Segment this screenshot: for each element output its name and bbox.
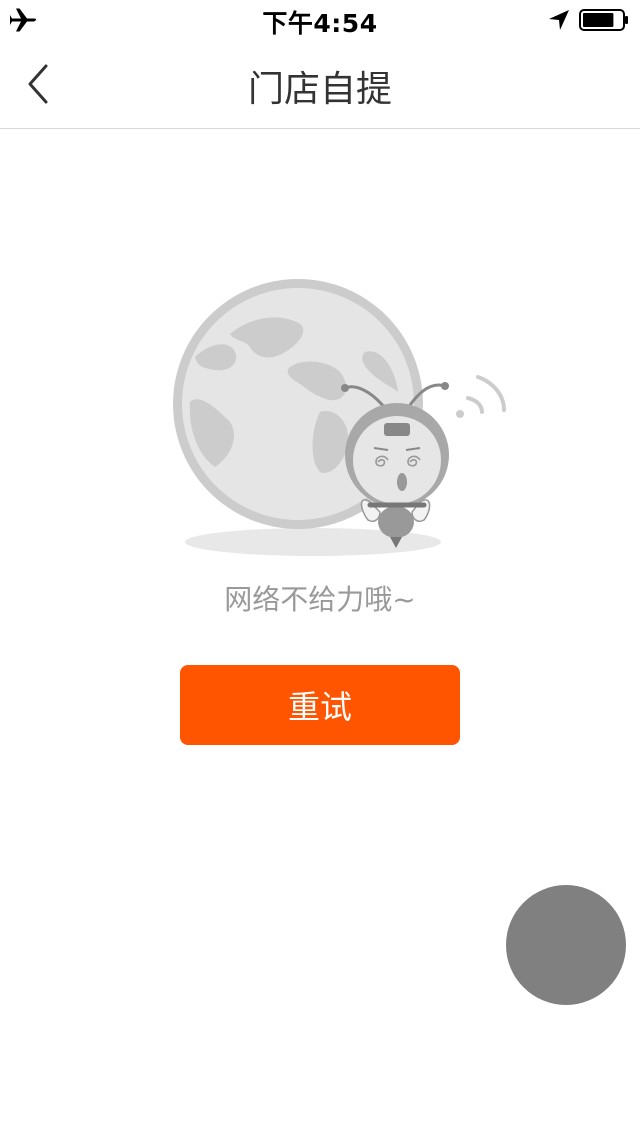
error-message: 网络不给力哦~ <box>224 583 416 616</box>
wifi-signal-icon <box>456 375 506 418</box>
status-bar: 下午4:54 <box>0 0 640 40</box>
floating-assist-button[interactable] <box>506 885 626 1005</box>
location-arrow-icon <box>549 10 569 30</box>
offline-illustration <box>173 279 506 556</box>
nav-bar: 门店自提 <box>0 40 640 129</box>
retry-button[interactable]: 重试 <box>180 665 460 745</box>
status-time: 下午4:54 <box>262 9 378 38</box>
page-title: 门店自提 <box>247 69 392 110</box>
battery-icon <box>579 9 628 31</box>
